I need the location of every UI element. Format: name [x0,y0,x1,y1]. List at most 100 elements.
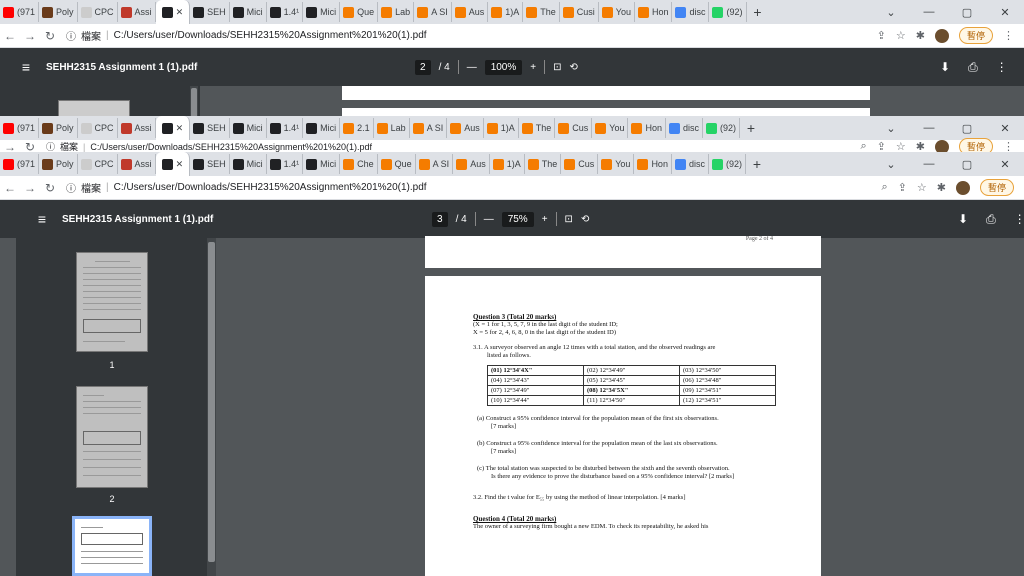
browser-tab[interactable]: Mici [230,118,267,138]
rotate-icon[interactable]: ⟲ [570,62,578,73]
print-icon[interactable]: ⎙ [968,60,978,75]
browser-tab[interactable]: (92) [709,154,746,174]
page-thumbnail-2[interactable] [76,386,148,488]
browser-tab[interactable]: CPC [78,2,118,22]
browser-tab[interactable]: Cus [561,154,599,174]
browser-tab[interactable]: CPC [78,118,118,138]
download-icon[interactable]: ⬇ [958,212,968,227]
browser-tab[interactable]: 1.4¹ [267,2,304,22]
maximize-icon[interactable]: ▢ [948,6,986,19]
back-scrollbar[interactable] [190,86,198,120]
star-icon[interactable]: ☆ [917,181,927,194]
zoom-out-icon[interactable]: — [467,62,477,73]
browser-tab[interactable]: 1)A [490,154,525,174]
browser-tab[interactable]: You [599,2,635,22]
forward-arrow-icon[interactable]: → [20,29,40,43]
browser-tab[interactable]: The [519,118,556,138]
browser-tab[interactable]: Che [340,154,378,174]
chevron-down-icon[interactable]: ⌄ [872,6,910,19]
browser-tab[interactable]: disc [666,118,703,138]
zoom-input[interactable]: 100% [484,59,523,75]
more-icon[interactable]: ⋮ [1014,212,1024,227]
new-tab-icon[interactable]: + [746,156,768,172]
info-icon[interactable]: ⓘ [66,28,76,43]
page-thumbnail-1[interactable] [76,252,148,352]
browser-tab[interactable]: SEH [190,118,230,138]
browser-tab[interactable]: Hon [634,154,672,174]
browser-tab[interactable]: Que [340,2,379,22]
browser-tab[interactable]: Hon [628,118,666,138]
reload-icon[interactable]: ↻ [40,181,60,195]
sidebar-scrollbar[interactable] [207,238,216,576]
browser-tab[interactable]: ✕ [155,0,191,24]
browser-tab[interactable]: Mici [303,154,341,174]
new-tab-icon[interactable]: + [740,120,762,136]
browser-tab[interactable]: Mici [230,154,267,174]
maximize-icon[interactable]: ▢ [948,122,986,135]
reload-icon[interactable]: ↻ [40,29,60,43]
page-number-input[interactable]: 3 [432,211,448,227]
extensions-icon[interactable]: ✱ [916,29,925,42]
back-arrow-icon[interactable]: ← [0,181,20,195]
browser-tab[interactable]: (971 [0,154,40,174]
browser-tab[interactable]: Hon [635,2,673,22]
minimize-icon[interactable]: — [910,122,948,134]
zoom-input[interactable]: 75% [501,211,534,227]
chevron-down-icon[interactable]: ⌄ [872,122,910,135]
rotate-icon[interactable]: ⟲ [581,214,589,225]
info-icon[interactable]: ⓘ [66,180,76,195]
browser-tab[interactable]: The [523,2,560,22]
avatar[interactable] [934,28,949,43]
browser-tab[interactable]: Mici [303,2,341,22]
browser-tab[interactable]: 2.1 [340,118,374,138]
browser-tab[interactable]: disc [672,2,710,22]
browser-tab[interactable]: Mici [230,2,267,22]
zoom-in-icon[interactable]: + [542,214,548,225]
browser-tab[interactable]: You [592,118,629,138]
zoom-in-icon[interactable]: + [530,62,536,73]
browser-tab[interactable]: Poly [39,118,78,138]
browser-tab[interactable]: SEH [190,154,230,174]
browser-tab[interactable]: Poly [39,2,78,22]
browser-tab[interactable]: (971 [0,118,40,138]
tab-close-icon[interactable]: ✕ [176,7,184,18]
tab-close-icon[interactable]: ✕ [176,159,184,170]
browser-tab[interactable]: A SI [416,154,454,174]
fit-page-icon[interactable]: ⊡ [553,62,561,73]
share-icon[interactable]: ⇪ [898,181,907,194]
menu-icon[interactable]: ≡ [28,211,56,227]
browser-tab[interactable]: 1.4¹ [267,118,304,138]
browser-tab[interactable]: Aus [447,118,484,138]
page-thumbnail-3-selected[interactable] [72,516,152,576]
close-icon[interactable]: ✕ [986,122,1024,135]
back-url-field[interactable]: ⓘ 檔案 | C:/Users/user/Downloads/SEHH2315%… [66,28,427,43]
browser-tab[interactable]: Aus [452,2,489,22]
browser-tab[interactable]: (92) [703,118,740,138]
fit-page-icon[interactable]: ⊡ [565,214,573,225]
close-icon[interactable]: ✕ [986,158,1024,171]
browser-tab[interactable]: SEH [190,2,230,22]
browser-tab[interactable]: Lab [378,2,415,22]
browser-tab[interactable]: Assi [118,118,156,138]
more-icon[interactable]: ⋮ [996,60,1008,75]
paused-badge[interactable]: 暫停 [958,27,993,44]
browser-tab[interactable]: 1.4¹ [267,154,304,174]
browser-tab[interactable]: Mici [303,118,341,138]
tab-close-icon[interactable]: ✕ [176,123,184,134]
browser-tab[interactable]: A SI [410,118,448,138]
browser-tab[interactable]: Poly [39,154,78,174]
browser-tab[interactable]: Cus [555,118,593,138]
more-icon[interactable]: ⋮ [1003,29,1014,42]
star-icon[interactable]: ☆ [896,29,906,42]
page-number-input[interactable]: 2 [415,59,431,75]
zoom-out-icon[interactable]: — [484,214,494,225]
forward-arrow-icon[interactable]: → [20,181,40,195]
menu-icon[interactable]: ≡ [12,59,40,75]
browser-tab[interactable]: Cusi [560,2,599,22]
browser-tab[interactable]: (92) [709,2,747,22]
avatar[interactable] [955,180,970,195]
browser-tab[interactable]: Lab [374,118,410,138]
paused-badge[interactable]: 暫停 [979,179,1014,196]
front-url-field[interactable]: ⓘ 檔案 | C:/Users/user/Downloads/SEHH2315%… [66,180,427,195]
new-tab-icon[interactable]: + [747,4,769,20]
